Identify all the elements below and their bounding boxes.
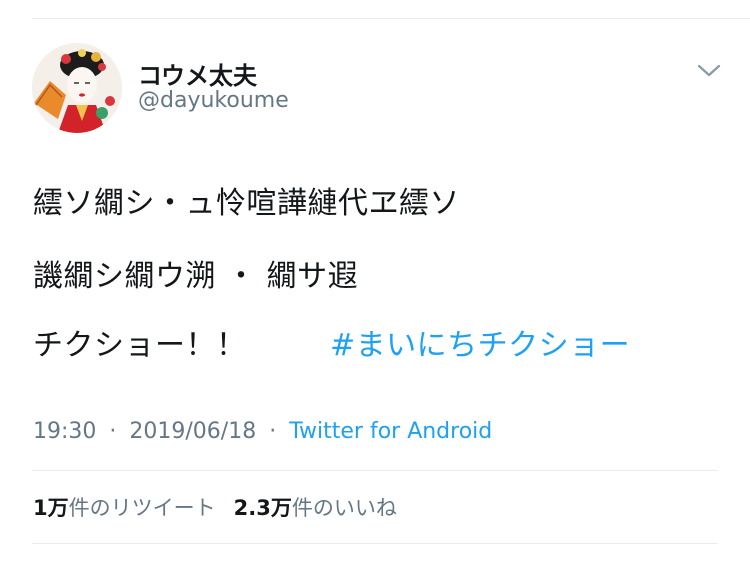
author-display-name[interactable]: コウメ太夫	[138, 56, 257, 91]
avatar-geisha-portrait-icon	[32, 43, 122, 133]
meta-separator: ·	[269, 419, 277, 444]
tweet-stats: 1万件のリツイート 2.3万件のいいね	[33, 492, 397, 522]
stats-divider-top	[32, 470, 718, 471]
tweet-meta: 19:30 · 2019/06/18 · Twitter for Android	[33, 419, 492, 444]
top-divider	[32, 18, 750, 19]
retweet-label: 件のリツイート	[68, 496, 216, 520]
retweet-count-link[interactable]: 1万件のリツイート	[33, 496, 216, 520]
avatar[interactable]	[32, 43, 122, 133]
like-count: 2.3万	[233, 496, 292, 520]
tweet-time: 19:30	[33, 419, 97, 444]
tweet-text-line-1: 繧ソ繝シ・ュ怜喧譁縺代ヱ繧ソ	[33, 186, 460, 221]
tweet-text-line-3: チクショー！！	[33, 328, 247, 363]
hashtag-link[interactable]: #まいにちチクショー	[330, 320, 630, 364]
tweet-text-line-2: 譏繝シ繝ウ溯 ・ 繝サ遐	[33, 259, 359, 294]
meta-separator: ·	[109, 419, 117, 444]
like-label: 件のいいね	[291, 496, 397, 520]
chevron-down-icon[interactable]	[696, 60, 722, 80]
author-handle[interactable]: @dayukoume	[138, 88, 289, 113]
like-count-link[interactable]: 2.3万件のいいね	[234, 496, 397, 520]
tweet-date[interactable]: 2019/06/18	[129, 419, 256, 444]
tweet-source-link[interactable]: Twitter for Android	[289, 419, 492, 444]
stats-divider-bottom	[32, 543, 718, 544]
retweet-count: 1万	[33, 496, 69, 520]
